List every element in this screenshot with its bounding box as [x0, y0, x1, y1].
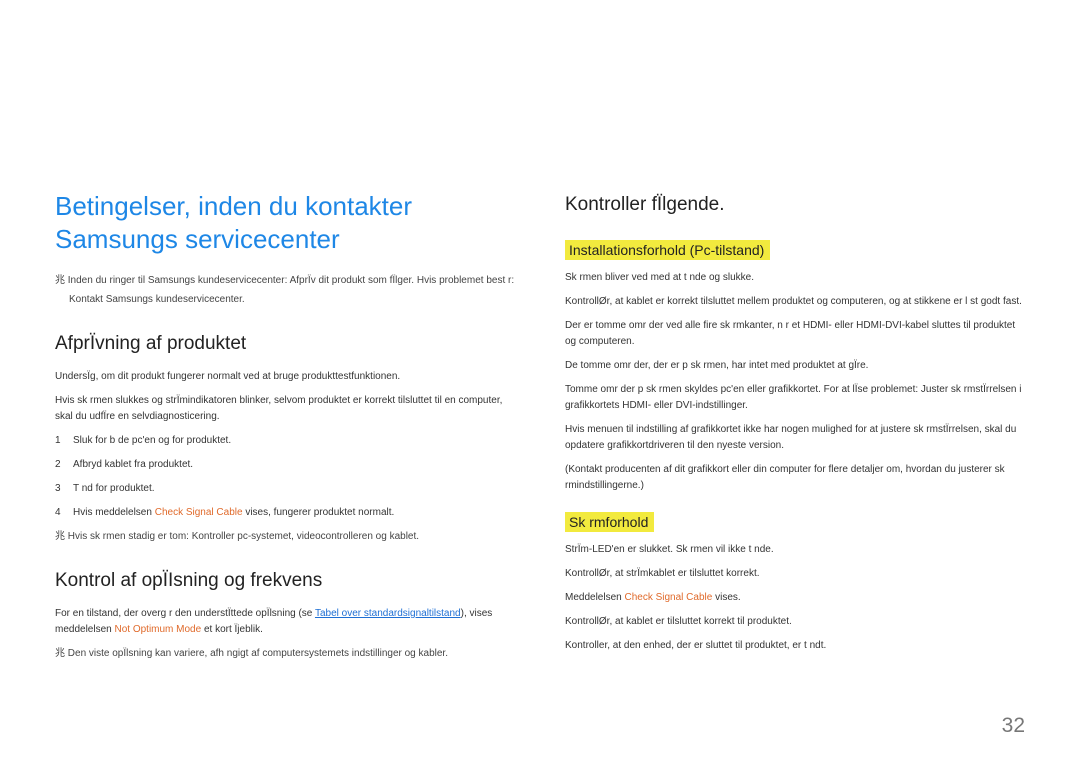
step-2: Afbryd kablet fra produktet.: [55, 457, 515, 473]
s3-prefix: Meddelelsen: [565, 592, 624, 603]
not-optimum-orange: Not Optimum Mode: [114, 624, 201, 635]
step-4: Hvis meddelelsen Check Signal Cable vise…: [55, 505, 515, 521]
test-steps: Sluk for b de pc'en og for produktet. Af…: [55, 433, 515, 521]
note-before-call: 兆 Inden du ringer til Samsungs kundeserv…: [55, 273, 515, 288]
resolution-text: For en tilstand, der overg r den underst…: [55, 606, 515, 638]
s5: Kontroller, at den enhed, der er sluttet…: [565, 638, 1025, 654]
s3: Meddelelsen Check Signal Cable vises.: [565, 590, 1025, 606]
section-resolution: Kontrol af opÏIsning og frekvens: [55, 570, 515, 592]
s4: KontrollØr, at kablet er tilsluttet korr…: [565, 614, 1025, 630]
note-symbol: 兆: [55, 275, 65, 286]
section-testing-product: AfprÏvning af produktet: [55, 333, 515, 355]
res-text-a: For en tilstand, der overg r den underst…: [55, 608, 315, 619]
step-4-orange: Check Signal Cable: [155, 507, 243, 518]
section-check-following: Kontroller fÏlgende.: [565, 194, 1025, 216]
page-title: Betingelser, inden du kontakter Samsungs…: [55, 190, 515, 255]
note-text-1b: Kontakt Samsungs kundeservicecenter.: [55, 292, 515, 307]
note-text-2: Hvis sk rmen stadig er tom: Kontroller p…: [68, 531, 419, 542]
step-1: Sluk for b de pc'en og for produktet.: [55, 433, 515, 449]
note-still-blank: 兆 Hvis sk rmen stadig er tom: Kontroller…: [55, 529, 515, 544]
standard-signal-link[interactable]: Tabel over standardsignaltilstand: [315, 608, 461, 619]
page-number: 32: [1002, 714, 1025, 738]
r4: De tomme omr der, der er p sk rmen, har …: [565, 358, 1025, 374]
note-text-1a: Inden du ringer til Samsungs kundeservic…: [68, 275, 514, 286]
s2: KontrollØr, at strÏmkablet er tilsluttet…: [565, 566, 1025, 582]
test-intro-2: Hvis sk rmen slukkes og strÏmindikatoren…: [55, 393, 515, 425]
s3-orange: Check Signal Cable: [624, 592, 712, 603]
r5: Tomme omr der p sk rmen skyldes pc'en el…: [565, 382, 1025, 414]
s3-suffix: vises.: [712, 592, 740, 603]
r3: Der er tomme omr der ved alle fire sk rm…: [565, 318, 1025, 350]
step-3: T nd for produktet.: [55, 481, 515, 497]
r1: Sk rmen bliver ved med at t nde og slukk…: [565, 270, 1025, 286]
test-intro-1: UndersÏg, om dit produkt fungerer normal…: [55, 369, 515, 385]
note-symbol: 兆: [55, 531, 65, 542]
step-4-prefix: Hvis meddelelsen: [73, 507, 155, 518]
r7: (Kontakt producenten af dit grafikkort e…: [565, 462, 1025, 494]
note-text-3: Den viste opÏlsning kan variere, afh ngi…: [68, 648, 448, 659]
r2: KontrollØr, at kablet er korrekt tilslut…: [565, 294, 1025, 310]
r6: Hvis menuen til indstilling af grafikkor…: [565, 422, 1025, 454]
s1: StrÏm-LED'en er slukket. Sk rmen vil ikk…: [565, 542, 1025, 558]
res-text-c: et kort Ïjeblik.: [201, 624, 263, 635]
note-symbol: 兆: [55, 648, 65, 659]
step-4-suffix: vises, fungerer produktet normalt.: [243, 507, 395, 518]
sub-screen: Sk rmforhold: [565, 512, 654, 532]
sub-installation: Installationsforhold (Pc-tilstand): [565, 240, 770, 260]
note-resolution-vary: 兆 Den viste opÏlsning kan variere, afh n…: [55, 646, 515, 661]
